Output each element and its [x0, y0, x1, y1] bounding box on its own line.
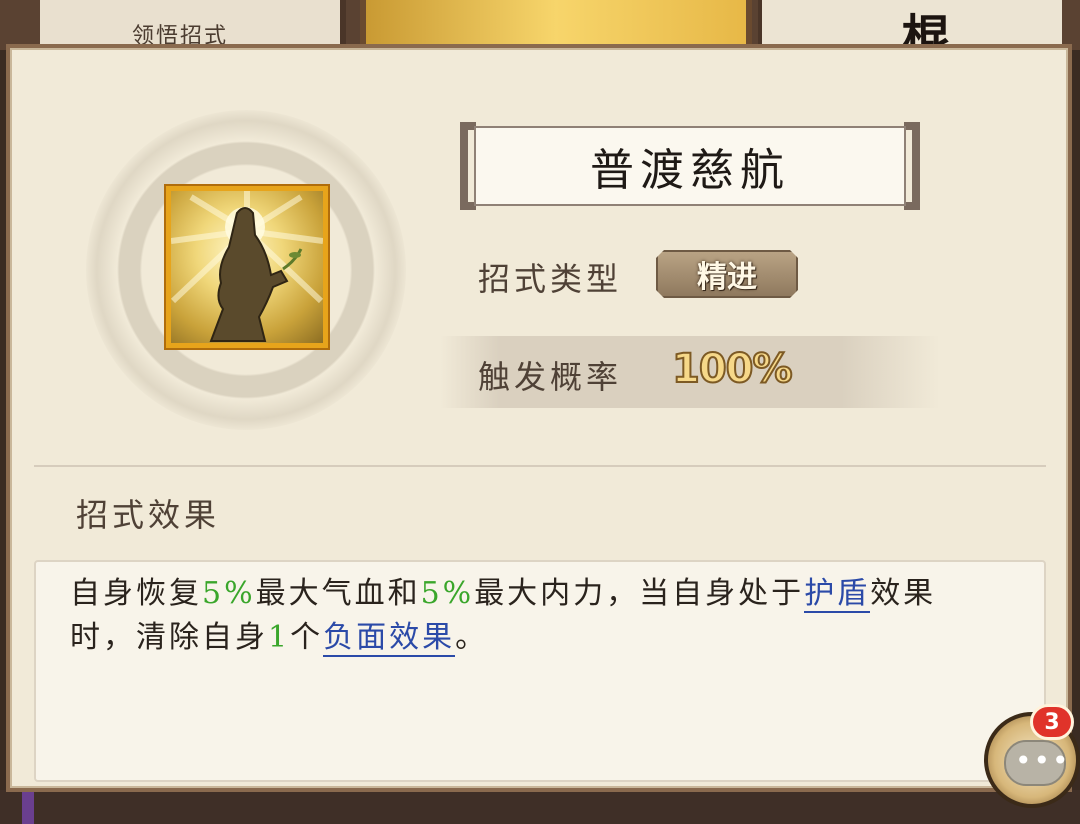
- background-bottom: [0, 790, 1080, 824]
- effect-text: 最大气血和: [255, 576, 421, 611]
- effect-text: 自身恢复: [70, 576, 202, 611]
- background-tab-learn: 领悟招式: [40, 0, 346, 49]
- trigger-rate-label: 触发概率: [478, 358, 623, 396]
- meditating-figure-icon: [166, 186, 328, 348]
- skill-type-label: 招式类型: [478, 260, 623, 298]
- debuff-keyword-link[interactable]: 负面效果: [323, 620, 456, 657]
- section-divider: [34, 465, 1046, 467]
- effect-description: 自身恢复5%最大气血和5%最大内力，当自身处于护盾效果时，清除自身1个负面效果。: [70, 572, 1000, 660]
- effect-text: 个: [290, 620, 324, 655]
- skill-type-badge: 精进: [656, 250, 798, 298]
- background-banner: [360, 0, 752, 48]
- trigger-rate-value: 100%: [671, 345, 794, 393]
- skill-type-value: 精进: [697, 260, 757, 295]
- effect-value: 1: [268, 620, 291, 655]
- effect-value: 5%: [420, 576, 475, 611]
- shield-keyword-link[interactable]: 护盾: [804, 576, 871, 613]
- effect-heading: 招式效果: [76, 496, 221, 534]
- skill-title-frame: 普渡慈航: [460, 122, 920, 212]
- effect-text: 。: [455, 620, 489, 655]
- effect-value: 5%: [202, 576, 256, 611]
- effect-text: 最大内力，当自身处于: [474, 576, 805, 611]
- unread-count-badge: 3: [1030, 704, 1074, 740]
- skill-name: 普渡慈航: [590, 145, 790, 196]
- background-tab-weapon: 棍: [758, 0, 1062, 66]
